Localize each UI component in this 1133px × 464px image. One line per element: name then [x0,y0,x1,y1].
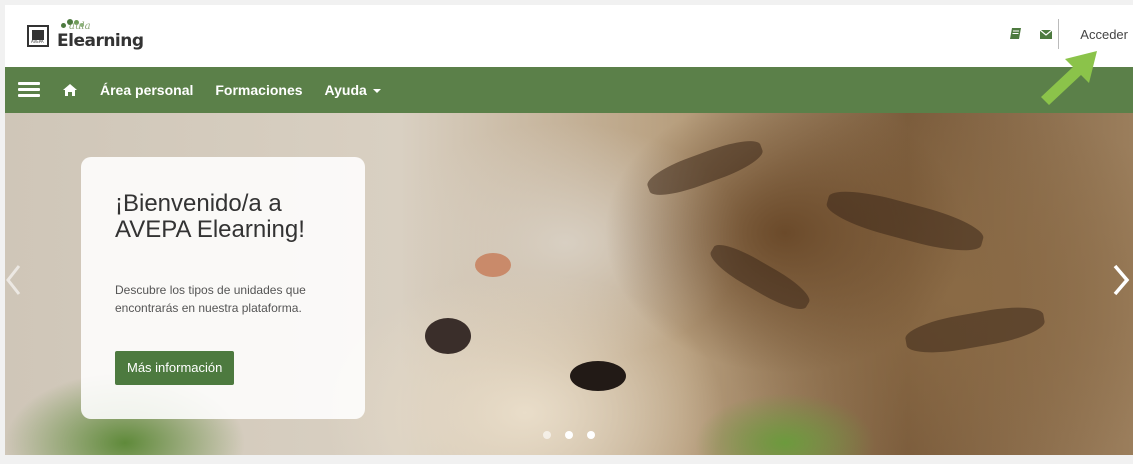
welcome-title: ¡Bienvenido/a a AVEPA Elearning! [115,190,305,243]
hero-cat-nose [475,253,511,277]
nav-item-area-personal[interactable]: Área personal [100,82,193,98]
home-icon[interactable] [62,83,78,97]
welcome-description: Descubre los tipos de unidades que encon… [115,283,306,315]
envelope-icon[interactable] [1039,27,1053,41]
main-navbar: Área personal Formaciones Ayuda [5,67,1133,113]
carousel-dot-1[interactable] [543,431,551,439]
chevron-down-icon [372,89,381,94]
login-link[interactable]: Acceder [1080,27,1128,42]
chevron-right-icon[interactable] [1111,263,1131,297]
hamburger-icon[interactable] [18,82,40,98]
top-header: AVEPA aula Elearning Acceder [5,5,1133,67]
green-pointer-arrow [1041,51,1097,105]
carousel-dot-3[interactable] [587,431,595,439]
carousel-dot-2[interactable] [565,431,573,439]
more-info-button[interactable]: Más información [115,351,235,385]
chevron-left-icon[interactable] [5,263,23,297]
avepa-logo-mark: AVEPA [27,25,49,47]
site-logo[interactable]: AVEPA aula Elearning [27,19,157,55]
welcome-card: ¡Bienvenido/a a AVEPA Elearning! Descubr… [81,157,365,419]
nav-item-ayuda[interactable]: Ayuda [325,82,381,98]
nav-item-formaciones[interactable]: Formaciones [215,82,302,98]
hero-dog-nose [425,318,471,354]
book-icon[interactable] [1009,27,1023,41]
carousel-indicators [543,431,595,439]
logo-text: Elearning [57,31,144,51]
header-icons [1009,27,1053,41]
page-frame: AVEPA aula Elearning Acceder Área person… [5,5,1133,455]
nav-item-ayuda-label: Ayuda [324,82,367,98]
hero-dog-eye [570,361,626,391]
hero-carousel: ¡Bienvenido/a a AVEPA Elearning! Descubr… [5,113,1133,455]
